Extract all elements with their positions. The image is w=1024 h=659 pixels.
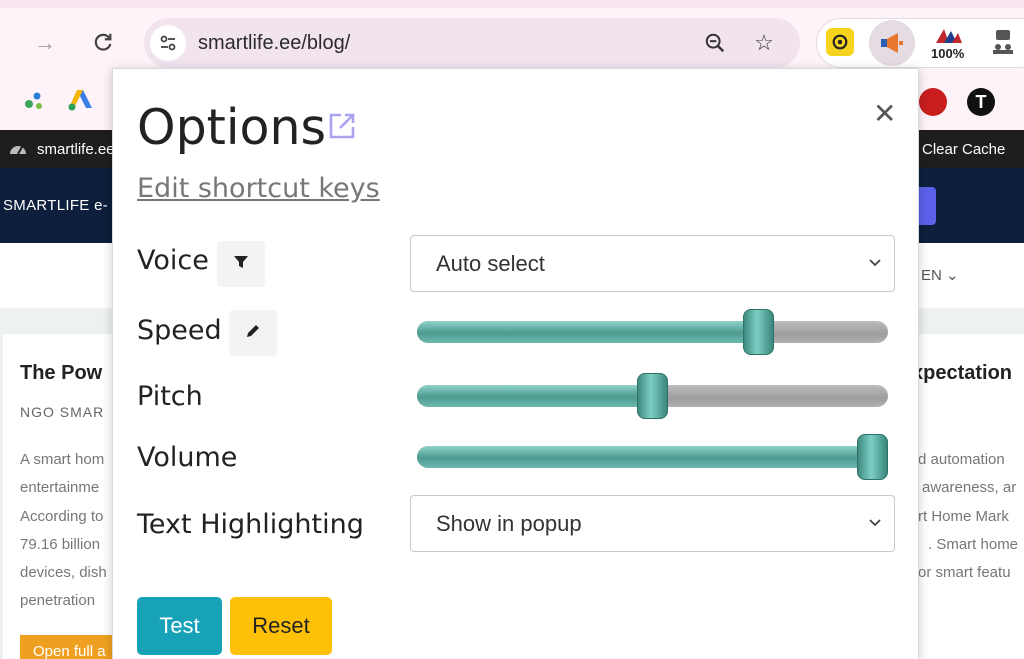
voice-select-value: Auto select: [436, 251, 545, 276]
voice-label: Voice: [137, 245, 209, 276]
chevron-down-icon: [866, 513, 884, 531]
pencil-icon: [244, 322, 262, 345]
headphones-extension-icon[interactable]: [826, 28, 854, 56]
speed-slider[interactable]: [417, 309, 888, 355]
volume-slider-fill: [417, 446, 873, 468]
forward-arrow-icon[interactable]: →: [30, 28, 60, 58]
chevron-down-icon: [866, 253, 884, 271]
card-left-line: penetration: [20, 592, 96, 609]
card-right-line: rt Home Mark: [918, 508, 1009, 525]
text-highlighting-value: Show in popup: [436, 511, 582, 536]
edit-shortcut-keys-link[interactable]: Edit shortcut keys: [137, 173, 380, 204]
speed-slider-fill: [417, 321, 759, 343]
dashboard-icon[interactable]: [8, 140, 28, 158]
volume-label: Volume: [137, 442, 238, 473]
reset-button[interactable]: Reset: [230, 597, 332, 655]
card-left-line: According to: [20, 508, 104, 525]
address-bar[interactable]: smartlife.ee/blog/ ☆: [144, 18, 800, 68]
pitch-slider[interactable]: [417, 373, 888, 419]
open-full-article-button[interactable]: Open full a: [20, 635, 120, 659]
volume-slider[interactable]: [417, 434, 888, 480]
voice-select[interactable]: Auto select: [410, 235, 895, 292]
text-highlighting-select[interactable]: Show in popup: [410, 495, 895, 552]
popup-title: Options: [137, 99, 327, 156]
options-popup: Options ✕ Edit shortcut keys Voice Auto …: [112, 68, 919, 659]
url-text[interactable]: smartlife.ee/blog/: [198, 32, 350, 55]
card-left-line: devices, dish: [20, 564, 107, 581]
open-external-icon[interactable]: [327, 111, 357, 141]
pitch-slider-fill: [417, 385, 653, 407]
profile-extension-icon[interactable]: [990, 28, 1016, 56]
google-ads-bookmark-icon[interactable]: [68, 88, 94, 114]
test-button[interactable]: Test: [137, 597, 222, 655]
reload-icon[interactable]: [88, 27, 118, 57]
card-right-line: or smart featu: [918, 564, 1011, 581]
site-info-icon[interactable]: [150, 25, 186, 61]
volume-slider-thumb[interactable]: [857, 434, 888, 480]
card-left-line: 79.16 billion: [20, 536, 101, 553]
language-selector[interactable]: EN ⌄: [921, 266, 959, 284]
extension-badge-text: 100%: [931, 46, 965, 61]
red-bookmark-icon[interactable]: [919, 88, 947, 116]
dots-bookmark-icon[interactable]: [22, 88, 48, 114]
card-left-title[interactable]: The Pow: [20, 362, 102, 385]
pitch-slider-thumb[interactable]: [637, 373, 668, 419]
card-left-byline: NGO SMAR: [20, 404, 105, 420]
card-right-title[interactable]: xpectation: [912, 362, 1012, 385]
speed-label: Speed: [137, 315, 222, 346]
close-icon[interactable]: ✕: [873, 97, 896, 130]
bookmark-star-icon[interactable]: ☆: [751, 30, 777, 56]
card-right-line: awareness, ar: [922, 479, 1017, 496]
clear-cache-link[interactable]: Clear Cache: [922, 141, 1005, 158]
filter-icon: [233, 254, 249, 275]
zoom-icon[interactable]: [702, 30, 728, 56]
voice-filter-button[interactable]: [217, 241, 265, 287]
card-right-line: . Smart home: [928, 536, 1019, 553]
admin-site-name[interactable]: smartlife.ee: [37, 141, 115, 158]
black-bookmark-icon[interactable]: T: [967, 88, 995, 116]
site-brand[interactable]: SMARTLIFE e-: [3, 197, 108, 214]
window-top-strip: [0, 0, 1024, 8]
card-left-line: A smart hom: [20, 451, 105, 468]
speed-slider-thumb[interactable]: [742, 309, 774, 355]
speed-edit-button[interactable]: [229, 310, 277, 356]
extension-badge-icon[interactable]: [934, 26, 964, 46]
megaphone-extension-icon[interactable]: [869, 20, 915, 66]
pitch-label: Pitch: [137, 381, 203, 412]
card-right-line: d automation: [918, 451, 1005, 468]
text-highlighting-label: Text Highlighting: [137, 509, 364, 540]
card-left-line: entertainme: [20, 479, 100, 496]
